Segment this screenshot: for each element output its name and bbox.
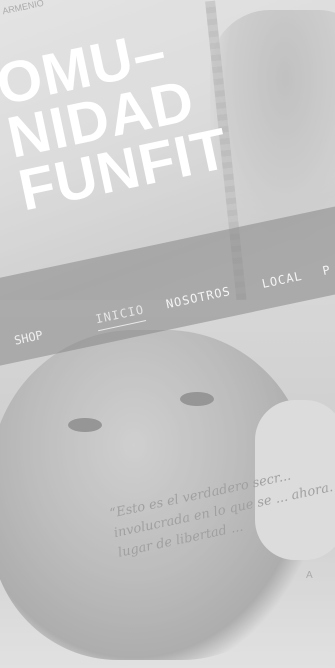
eye-left: [68, 418, 102, 432]
page: ARMENIO OMU– NIDAD FUNFIT SHOP INICIO NO…: [0, 0, 335, 668]
quote-author: A: [306, 570, 313, 581]
eye-right: [180, 392, 214, 406]
